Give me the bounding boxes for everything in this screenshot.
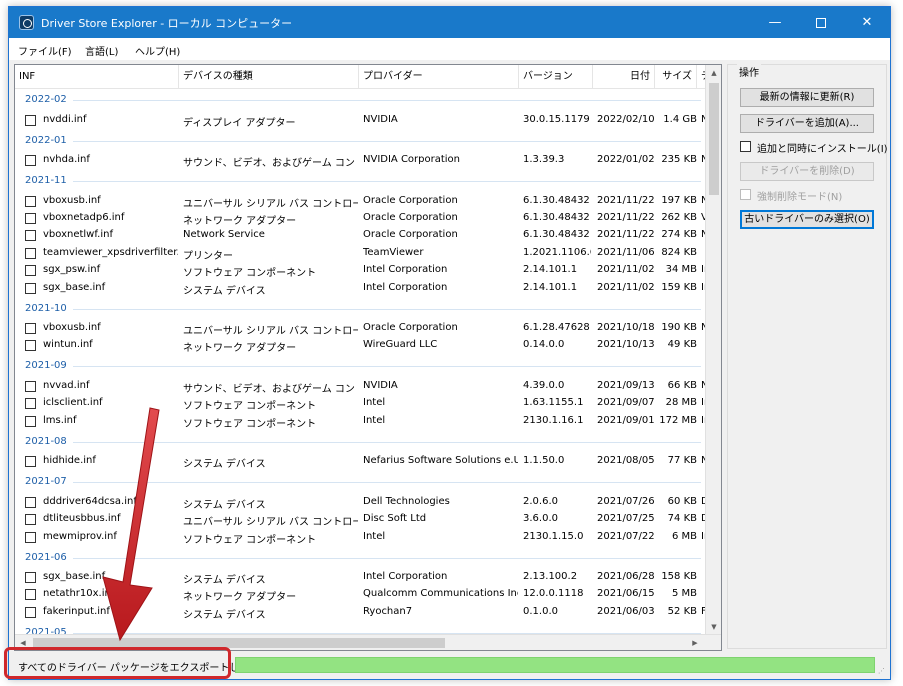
annotation-arrow [102,407,160,642]
annotation-highlight-box [4,647,231,679]
